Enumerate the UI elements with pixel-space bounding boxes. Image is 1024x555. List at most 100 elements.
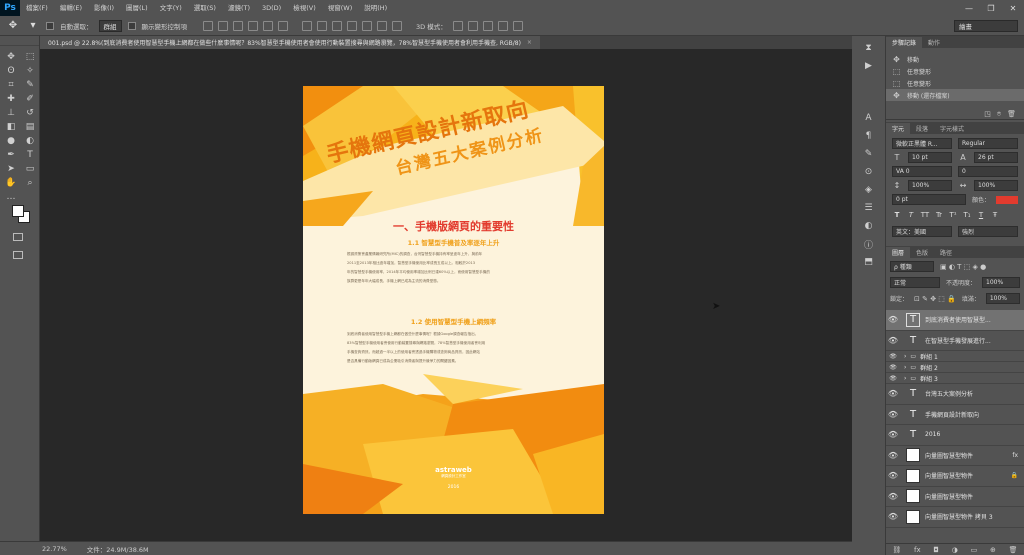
visibility-eye-icon[interactable]: 👁 xyxy=(886,512,900,521)
close-tab-icon[interactable]: × xyxy=(527,39,532,46)
visibility-eye-icon[interactable]: 👁 xyxy=(886,315,900,324)
horizontal-scale-field[interactable]: 100% xyxy=(974,180,1018,191)
brush-tool-icon[interactable]: ✐ xyxy=(21,92,39,105)
visibility-eye-icon[interactable]: 👁 xyxy=(886,410,900,419)
new-layer-icon[interactable]: ⊕ xyxy=(990,546,996,554)
new-group-icon[interactable]: ▭ xyxy=(971,546,978,554)
more-tools-icon[interactable]: … xyxy=(2,190,20,203)
antialias-select[interactable]: 強烈 xyxy=(958,226,1018,237)
align-left-icon[interactable] xyxy=(248,20,258,31)
trash-icon[interactable]: 🗑 xyxy=(1007,110,1016,119)
tab-paths[interactable]: 路徑 xyxy=(934,247,958,258)
blur-tool-icon[interactable]: ● xyxy=(2,134,20,147)
distribute-top-icon[interactable] xyxy=(302,20,312,31)
distribute-bottom-icon[interactable] xyxy=(332,20,342,31)
layer-row[interactable]: 👁 T 台灣五大案例分析 xyxy=(886,384,1024,405)
fx-icon[interactable]: fx xyxy=(1012,452,1018,459)
visibility-eye-icon[interactable]: 👁 xyxy=(886,451,900,460)
visibility-eye-icon[interactable]: 👁 xyxy=(886,430,900,439)
leading-field[interactable]: 26 pt xyxy=(974,152,1018,163)
underline-icon[interactable]: T xyxy=(976,210,986,220)
menu-edit[interactable]: 編輯(E) xyxy=(54,0,88,16)
align-hcenter-icon[interactable] xyxy=(263,20,273,31)
layer-row[interactable]: 👁 T 2016 xyxy=(886,425,1024,446)
auto-select-dropdown[interactable]: 群組 xyxy=(98,19,122,32)
history-panel-icon[interactable]: ⧗ xyxy=(862,42,876,54)
auto-select-checkbox[interactable] xyxy=(46,21,54,30)
tab-character[interactable]: 字元 xyxy=(886,123,911,134)
info-panel-icon[interactable]: ⓘ xyxy=(862,238,876,251)
add-mask-icon[interactable]: ◘ xyxy=(933,546,939,554)
layer-style-icon[interactable]: fx xyxy=(914,546,921,554)
baseline-field[interactable]: 0 pt xyxy=(892,194,966,205)
zoom-level[interactable]: 22.77% xyxy=(42,545,67,553)
crop-tool-icon[interactable]: ⌗ xyxy=(2,78,20,91)
language-select[interactable]: 英文：美國 xyxy=(892,226,952,237)
dodge-tool-icon[interactable]: ◐ xyxy=(21,134,39,147)
snapshot-icon[interactable]: ◳ xyxy=(984,110,991,119)
expand-arrow-icon[interactable]: › xyxy=(904,375,906,382)
workspace-dropdown[interactable]: 繪畫 xyxy=(954,19,1018,32)
auto-align-icon[interactable] xyxy=(392,20,402,31)
fill-field[interactable]: 100% xyxy=(985,293,1020,304)
tab-paragraph[interactable]: 段落 xyxy=(910,123,934,134)
menu-image[interactable]: 影像(I) xyxy=(88,0,120,16)
stamp-tool-icon[interactable]: ⊥ xyxy=(2,106,20,119)
layer-group-row[interactable]: 👁 › ▭ 群組 1 xyxy=(886,351,1024,362)
kerning-field[interactable]: VA 0 xyxy=(892,166,952,177)
magic-wand-icon[interactable]: ✧ xyxy=(21,64,39,77)
rotate-3d-icon[interactable] xyxy=(452,20,463,31)
tab-actions[interactable]: 動作 xyxy=(922,37,946,48)
align-vcenter-icon[interactable] xyxy=(218,20,228,31)
move-tool-icon[interactable]: ✥ xyxy=(6,19,20,33)
foreground-color-swatch[interactable] xyxy=(12,205,24,217)
small-caps-icon[interactable]: Tr xyxy=(934,210,944,220)
restore-button[interactable]: ❐ xyxy=(980,0,1002,16)
lock-icons[interactable]: ⊡ ✎ ✥ ⬚ 🔒 xyxy=(914,295,956,303)
align-right-icon[interactable] xyxy=(278,20,288,31)
visibility-eye-icon[interactable]: 👁 xyxy=(886,389,900,398)
layer-group-row[interactable]: 👁 › ▭ 群組 3 xyxy=(886,373,1024,384)
tab-channels[interactable]: 色版 xyxy=(910,247,934,258)
menu-filter[interactable]: 濾鏡(T) xyxy=(222,0,256,16)
visibility-eye-icon[interactable]: 👁 xyxy=(886,364,900,371)
distribute-hcenter-icon[interactable] xyxy=(362,20,372,31)
history-row[interactable]: ⬚ 任意變形 xyxy=(886,65,1024,77)
layer-row[interactable]: 👁 向量圖智慧型物件 fx xyxy=(886,446,1024,466)
align-top-icon[interactable] xyxy=(203,20,213,31)
minimize-button[interactable]: — xyxy=(958,0,980,16)
expand-arrow-icon[interactable]: › xyxy=(904,364,906,371)
faux-bold-icon[interactable]: T xyxy=(892,210,902,220)
brush-panel-icon[interactable]: ✎ xyxy=(862,148,876,160)
visibility-eye-icon[interactable]: 👁 xyxy=(886,492,900,501)
tracking-field[interactable]: 0 xyxy=(958,166,1018,177)
rectangle-tool-icon[interactable]: ▭ xyxy=(21,162,39,175)
styles-panel-icon[interactable]: ◈ xyxy=(862,184,876,196)
path-select-icon[interactable]: ➤ xyxy=(2,162,20,175)
pen-tool-icon[interactable]: ✒ xyxy=(2,148,20,161)
lasso-tool-icon[interactable]: ʘ xyxy=(2,64,20,77)
eyedropper-icon[interactable]: ✎ xyxy=(21,78,39,91)
actions-panel-icon[interactable]: ▶ xyxy=(862,60,876,72)
close-button[interactable]: ✕ xyxy=(1002,0,1024,16)
slide-3d-icon[interactable] xyxy=(497,20,508,31)
menu-file[interactable]: 檔案(F) xyxy=(20,0,54,16)
tab-history[interactable]: 步驟記錄 xyxy=(886,37,923,48)
strikethrough-icon[interactable]: Ŧ xyxy=(990,210,1000,220)
menu-type[interactable]: 文字(Y) xyxy=(154,0,188,16)
distribute-vcenter-icon[interactable] xyxy=(317,20,327,31)
menu-window[interactable]: 視窗(W) xyxy=(322,0,359,16)
distribute-left-icon[interactable] xyxy=(347,20,357,31)
character-panel-icon[interactable]: A xyxy=(862,112,876,124)
layer-row-selected[interactable]: 👁 T 到底消費者使用智慧型... xyxy=(886,310,1024,331)
visibility-eye-icon[interactable]: 👁 xyxy=(886,353,900,360)
superscript-icon[interactable]: T¹ xyxy=(948,210,958,220)
layer-row[interactable]: 👁 向量圖智慧型物件 🔒 xyxy=(886,466,1024,487)
adjustments-panel-icon[interactable]: ◐ xyxy=(862,220,876,232)
screen-mode-icon[interactable] xyxy=(13,251,23,259)
menu-help[interactable]: 說明(H) xyxy=(358,0,393,16)
text-color-swatch[interactable] xyxy=(996,195,1018,204)
history-brush-icon[interactable]: ↺ xyxy=(21,106,39,119)
history-row[interactable]: ⬚ 任意變形 xyxy=(886,77,1024,89)
filter-icons[interactable]: ▣ ◐ T ⬚ ◈ ● xyxy=(940,263,986,271)
